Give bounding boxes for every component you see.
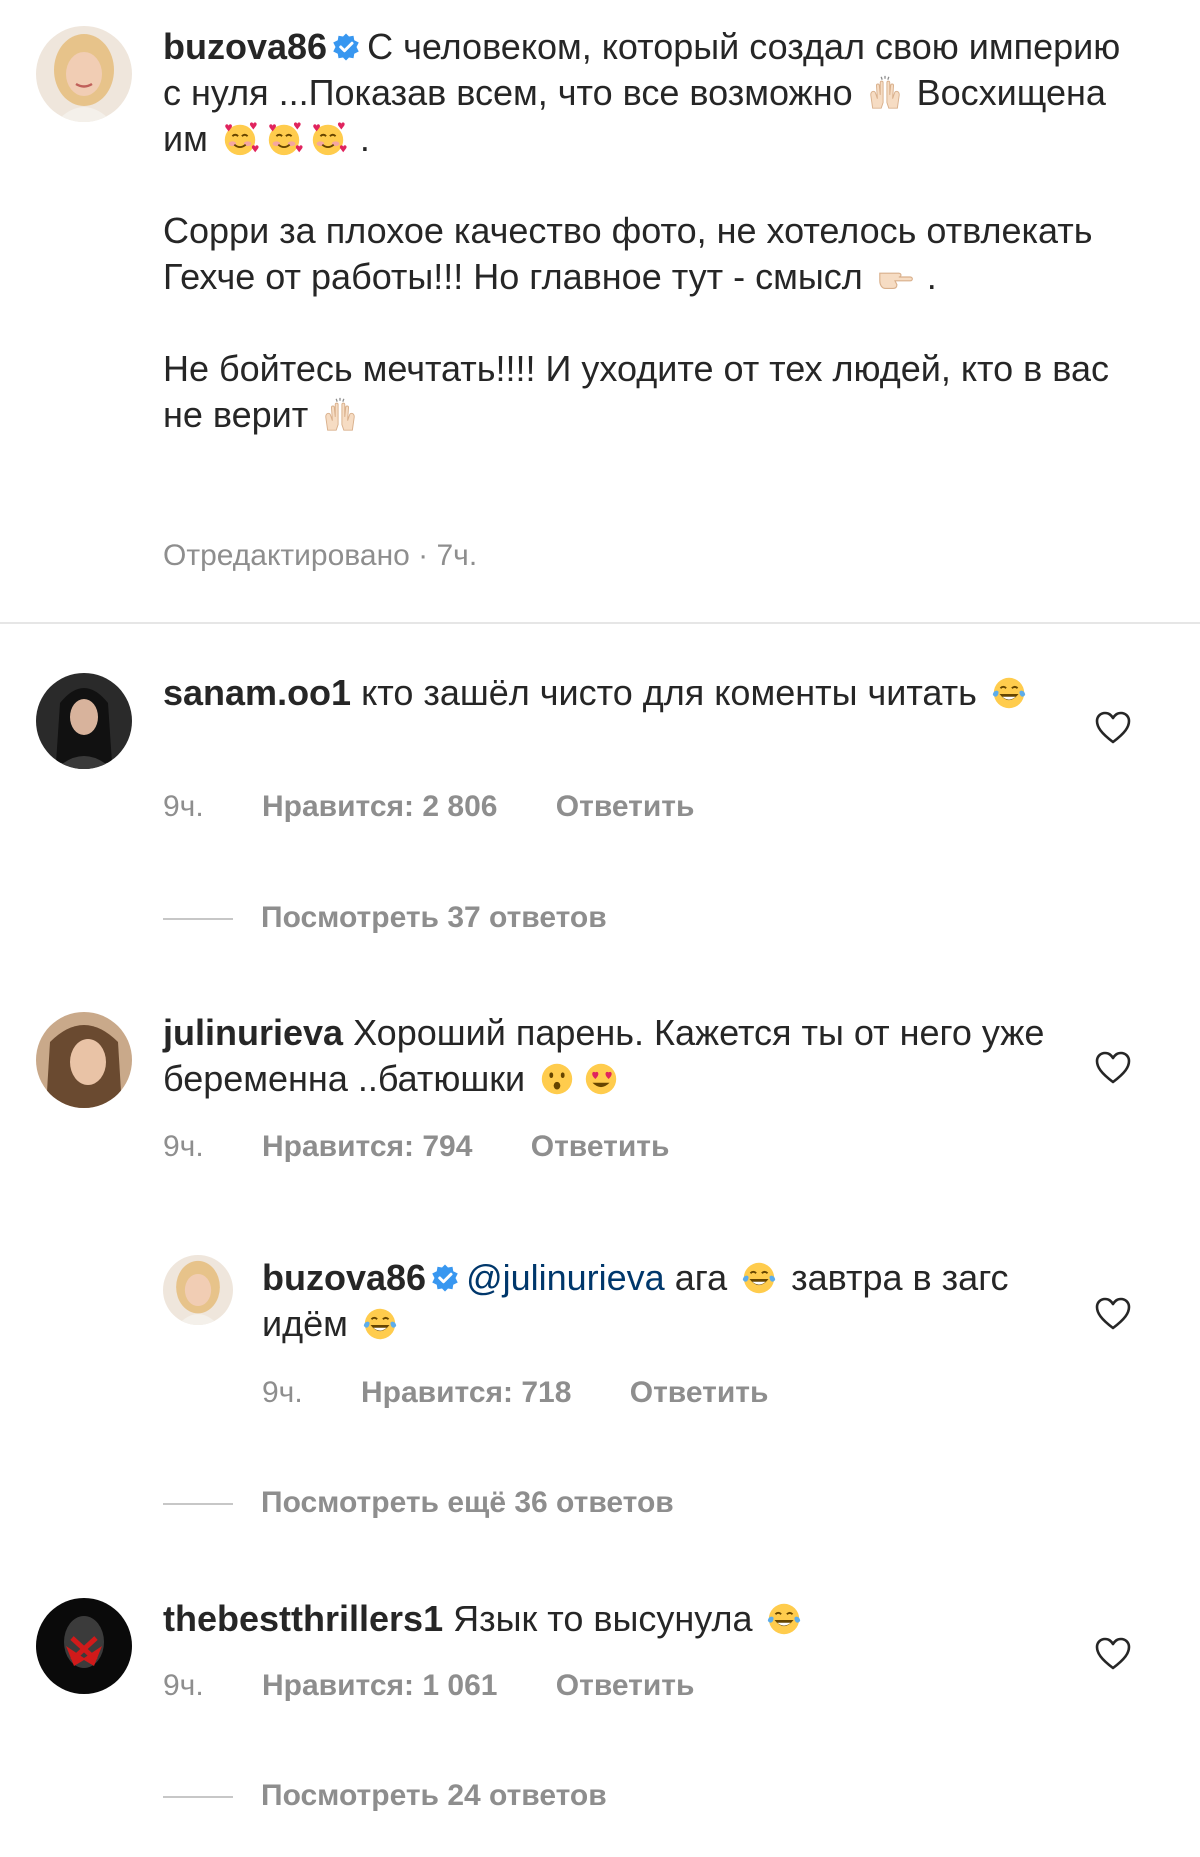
view-replies-label-1[interactable]: Посмотреть 37 ответов — [261, 901, 607, 934]
comment-username-4[interactable]: thebestthrillers1 — [163, 1598, 443, 1639]
comment-username-1[interactable]: sanam.oo1 — [163, 672, 351, 713]
like-heart-icon-3[interactable] — [1093, 1294, 1133, 1334]
heart-eyes-emoji — [582, 1060, 620, 1098]
comment-text-1: sanam.oo1 кто зашёл чисто для коменты чи… — [163, 670, 1063, 716]
comment-meta-2: 9ч. Нравится: 794 Ответить — [163, 1129, 669, 1165]
post-meta: Отредактировано · 7ч. — [163, 539, 478, 572]
caption-paragraph-1: buzova86 С человеком, который создал свою… — [163, 24, 1123, 162]
caption-paragraph-2: Сорри за плохое качество фото, не хотело… — [163, 208, 1123, 300]
like-heart-icon-1[interactable] — [1093, 708, 1133, 748]
view-replies-label-2[interactable]: Посмотреть ещё 36 ответов — [261, 1486, 674, 1519]
comment-avatar-julinurieva[interactable] — [36, 1012, 132, 1108]
comment-time-1: 9ч. — [163, 790, 204, 823]
comment-body-1: кто зашёл чисто для коменты читать — [361, 672, 977, 713]
view-replies-1[interactable]: Посмотреть 37 ответов — [163, 900, 607, 936]
comment-body-4: Язык то высунула — [453, 1598, 753, 1639]
tears-of-joy-emoji-3 — [361, 1305, 399, 1343]
comment-meta-1: 9ч. Нравится: 2 806 Ответить — [163, 789, 694, 825]
view-replies-3[interactable]: Посмотреть 24 ответов — [163, 1778, 607, 1814]
reply-likes[interactable]: Нравится: 718 — [361, 1375, 571, 1411]
reply-verified-badge-icon — [430, 1263, 460, 1293]
like-heart-icon-4[interactable] — [1093, 1634, 1133, 1674]
view-replies-2[interactable]: Посмотреть ещё 36 ответов — [163, 1485, 674, 1521]
post-author-avatar[interactable] — [36, 26, 132, 122]
smiling-hearts-emoji-3 — [309, 120, 347, 158]
comment-likes-2[interactable]: Нравится: 794 — [262, 1129, 472, 1165]
caption-text-2b: . — [926, 256, 937, 297]
comment-likes-4[interactable]: Нравится: 1 061 — [262, 1668, 497, 1704]
comment-text-4: thebestthrillers1 Язык то высунула — [163, 1596, 1063, 1642]
hushed-face-emoji — [538, 1060, 576, 1098]
tears-of-joy-emoji-2 — [740, 1259, 778, 1297]
comment-likes-1[interactable]: Нравится: 2 806 — [262, 789, 497, 825]
raising-hands-emoji — [866, 74, 904, 112]
replies-line-2 — [163, 1503, 233, 1506]
reply-text: buzova86 @julinurieva ага завтра в загс и… — [262, 1255, 1062, 1347]
comment-time-4: 9ч. — [163, 1669, 204, 1702]
like-heart-icon-2[interactable] — [1093, 1048, 1133, 1088]
tears-of-joy-emoji-4 — [765, 1600, 803, 1638]
caption-text-1c: . — [359, 118, 370, 159]
pointing-right-emoji — [876, 258, 914, 296]
caption-text-2: Сорри за плохое качество фото, не хотело… — [163, 210, 1093, 297]
comment-avatar-sanam[interactable] — [36, 673, 132, 769]
verified-badge-icon — [331, 32, 361, 62]
comment-meta-4: 9ч. Нравится: 1 061 Ответить — [163, 1668, 694, 1704]
caption-text-3: Не бойтесь мечтать!!!! И уходите от тех … — [163, 348, 1109, 435]
post-caption: buzova86 С человеком, который создал свою… — [163, 24, 1123, 438]
replies-line-1 — [163, 918, 233, 921]
smiling-hearts-emoji-2 — [265, 120, 303, 158]
comment-time-2: 9ч. — [163, 1130, 204, 1163]
post-author-username[interactable]: buzova86 — [163, 26, 327, 67]
reply-button-2[interactable]: Ответить — [531, 1129, 670, 1165]
view-replies-label-3[interactable]: Посмотреть 24 ответов — [261, 1779, 607, 1812]
replies-line-3 — [163, 1796, 233, 1799]
comment-avatar-thebestthrillers1[interactable] — [36, 1598, 132, 1694]
smiling-hearts-emoji-1 — [221, 120, 259, 158]
reply-time: 9ч. — [262, 1376, 303, 1409]
caption-paragraph-3: Не бойтесь мечтать!!!! И уходите от тех … — [163, 346, 1123, 438]
reply-mention-link[interactable]: @julinurieva — [466, 1257, 665, 1298]
reply-button-4[interactable]: Ответить — [556, 1668, 695, 1704]
caption-divider — [0, 622, 1200, 624]
comment-text-2: julinurieva Хороший парень. Кажется ты о… — [163, 1010, 1063, 1102]
reply-avatar-buzova86[interactable] — [163, 1255, 233, 1325]
raising-hands-emoji-2 — [321, 396, 359, 434]
reply-meta: 9ч. Нравится: 718 Ответить — [262, 1375, 768, 1411]
reply-username[interactable]: buzova86 — [262, 1257, 426, 1298]
comment-username-2[interactable]: julinurieva — [163, 1012, 343, 1053]
reply-button-3[interactable]: Ответить — [630, 1375, 769, 1411]
reply-button-1[interactable]: Ответить — [556, 789, 695, 825]
reply-body-a: ага — [674, 1257, 728, 1298]
tears-of-joy-emoji-1 — [990, 674, 1028, 712]
